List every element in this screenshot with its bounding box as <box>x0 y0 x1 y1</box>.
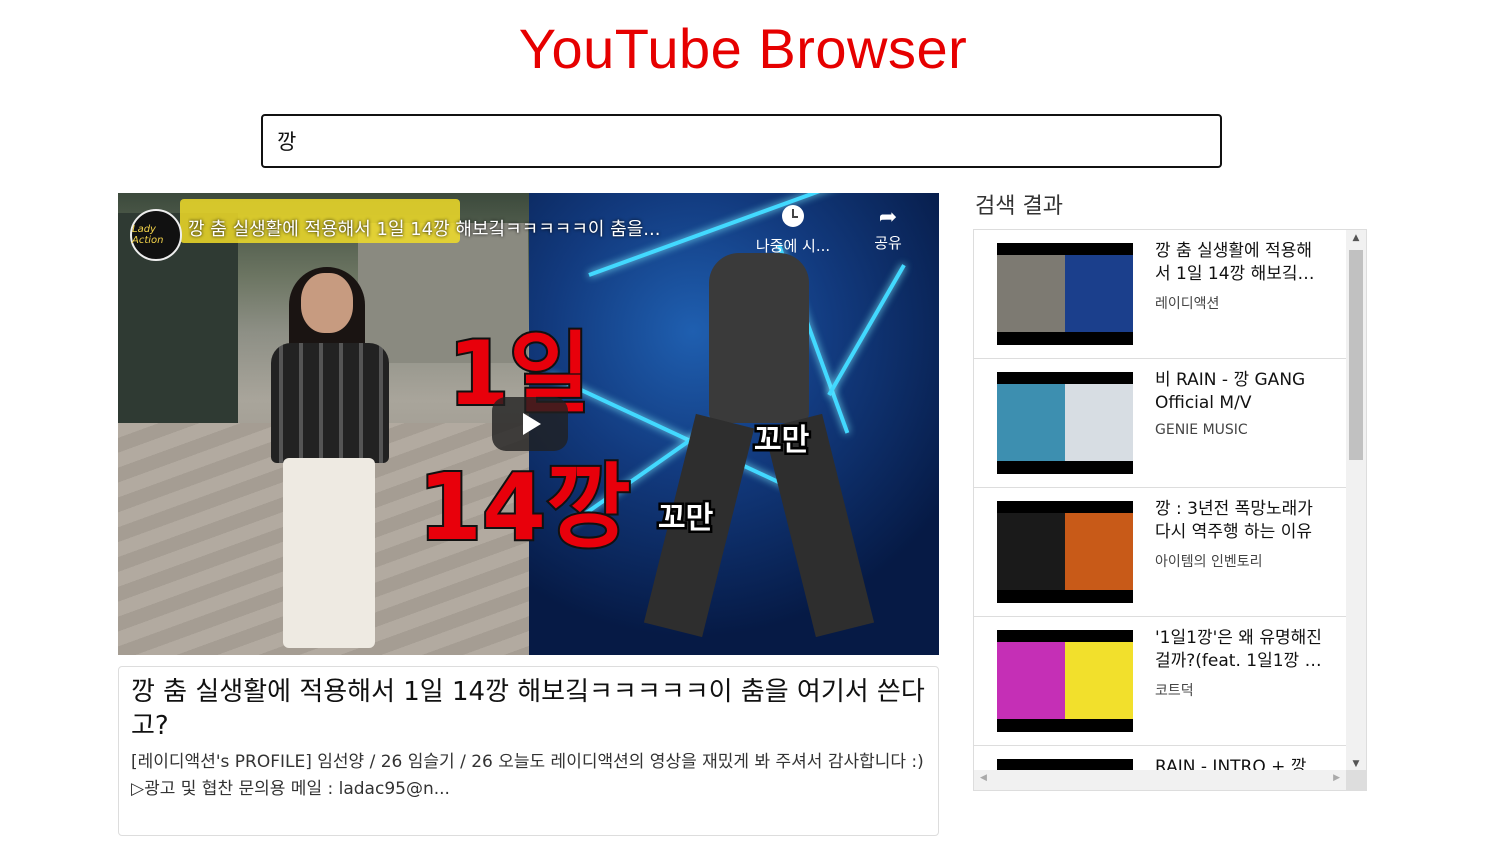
result-channel: 아이템의 인벤토리 <box>1155 554 1263 570</box>
scroll-up-icon[interactable]: ▲ <box>1346 233 1366 243</box>
results-heading: 검색 결과 <box>975 194 1063 219</box>
share-icon: ➦ <box>878 205 898 230</box>
video-frame-right <box>529 193 939 655</box>
play-icon <box>523 413 541 435</box>
clock-icon <box>782 205 804 227</box>
result-thumbnail[interactable] <box>997 372 1133 474</box>
scroll-right-icon[interactable]: ▶ <box>1333 773 1340 783</box>
vertical-scrollbar[interactable]: ▲ ▼ <box>1346 230 1366 772</box>
video-big-text-2: 14깡 <box>416 452 633 563</box>
video-player[interactable]: Lady Action 깡 춤 실생활에 적용해서 1일 14깡 해보깈ㅋㅋㅋㅋ… <box>118 193 939 655</box>
video-person <box>253 267 403 655</box>
app-title: YouTube Browser <box>518 17 968 80</box>
video-overlay-title[interactable]: 깡 춤 실생활에 적용해서 1일 14깡 해보깈ㅋㅋㅋㅋㅋ이 춤을... <box>188 215 748 241</box>
results-list: 깡 춤 실생활에 적용해서 1일 14깡 해보깈ㅋㅋㅋㅋㅋ이 춤을 여기서 쓴다… <box>974 230 1346 790</box>
share-button[interactable]: ➦ 공유 <box>843 205 933 253</box>
result-item[interactable]: '1일1깡'은 왜 유명해진걸까?(feat. 1일1깡 도대체 왜하는걸까?)… <box>974 617 1346 746</box>
video-detail: 깡 춤 실생활에 적용해서 1일 14깡 해보깈ㅋㅋㅋㅋㅋ이 춤을 여기서 쓴다… <box>118 666 939 836</box>
result-channel: 코트덕 <box>1155 683 1194 699</box>
scroll-down-icon[interactable]: ▼ <box>1346 759 1366 769</box>
video-description: [레이디액션's PROFILE] 임선양 / 26 임슬기 / 26 오늘도 … <box>131 752 924 799</box>
search-input[interactable] <box>261 114 1222 168</box>
result-item[interactable]: 깡 : 3년전 폭망노래가 다시 역주행 하는 이유아이템의 인벤토리 <box>974 488 1346 617</box>
video-caption-1: 꼬만 <box>751 421 811 461</box>
share-label: 공유 <box>874 234 902 252</box>
results-panel: 깡 춤 실생활에 적용해서 1일 14깡 해보깈ㅋㅋㅋㅋㅋ이 춤을 여기서 쓴다… <box>973 229 1367 791</box>
result-item[interactable]: 깡 춤 실생활에 적용해서 1일 14깡 해보깈ㅋㅋㅋㅋㅋ이 춤을 여기서 쓴다… <box>974 230 1346 359</box>
result-item[interactable]: 비 RAIN - 깡 GANG Official M/V GENIE MUSIC <box>974 359 1346 488</box>
scroll-left-icon[interactable]: ◀ <box>980 773 987 783</box>
result-channel: GENIE MUSIC <box>1155 422 1248 438</box>
watch-later-label: 나중에 시... <box>755 237 831 255</box>
result-title[interactable]: 비 RAIN - 깡 GANG Official M/V <box>1155 369 1325 415</box>
result-thumbnail[interactable] <box>997 501 1133 603</box>
result-channel: 레이디액션 <box>1155 296 1220 312</box>
watch-later-button[interactable]: 나중에 시... <box>748 205 838 256</box>
result-title[interactable]: 깡 춤 실생활에 적용해서 1일 14깡 해보깈ㅋㅋㅋㅋㅋ이 춤을 여기서 쓴다… <box>1155 240 1325 286</box>
channel-avatar[interactable]: Lady Action <box>130 209 182 261</box>
video-title: 깡 춤 실생활에 적용해서 1일 14깡 해보깈ㅋㅋㅋㅋㅋ이 춤을 여기서 쓴다… <box>131 677 925 741</box>
play-button[interactable] <box>492 397 568 451</box>
result-thumbnail[interactable] <box>997 630 1133 732</box>
video-caption-2: 꼬만 <box>655 499 715 539</box>
result-thumbnail[interactable] <box>997 243 1133 345</box>
result-title[interactable]: '1일1깡'은 왜 유명해진걸까?(feat. 1일1깡 도대체 왜하는걸까?) <box>1155 627 1325 673</box>
result-title[interactable]: 깡 : 3년전 폭망노래가 다시 역주행 하는 이유 <box>1155 498 1325 544</box>
scroll-thumb[interactable] <box>1349 250 1363 460</box>
horizontal-scrollbar[interactable]: ◀ ▶ <box>974 770 1346 790</box>
